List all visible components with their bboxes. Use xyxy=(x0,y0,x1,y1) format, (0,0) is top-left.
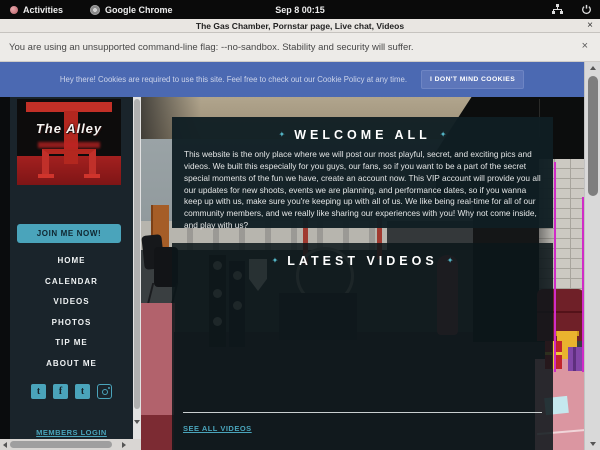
scroll-down-icon[interactable] xyxy=(134,420,140,424)
welcome-section: ✦ WELCOME ALL ✦ This website is the only… xyxy=(172,117,553,228)
sidebar-item-photos[interactable]: PHOTOS xyxy=(10,317,133,329)
instagram-flash-dot xyxy=(108,387,110,389)
tumblr-icon[interactable]: t xyxy=(75,384,90,399)
sidebar-item-about-me[interactable]: ABOUT ME xyxy=(10,358,133,370)
welcome-heading: ✦ WELCOME ALL ✦ xyxy=(172,128,553,142)
cookie-consent-bar: Hey there! Cookies are required to use t… xyxy=(0,62,584,97)
twitter-icon[interactable]: t xyxy=(31,384,46,399)
sidebar-item-home[interactable]: HOME xyxy=(10,255,133,267)
latest-videos-section: ✦ LATEST VIDEOS ✦ SEE ALL VIDEOS xyxy=(172,243,553,450)
diamond-icon: ✦ xyxy=(279,131,286,139)
clock[interactable]: Sep 8 00:15 xyxy=(0,5,600,15)
sidebar-item-calendar[interactable]: CALENDAR xyxy=(10,276,133,288)
join-me-now-button[interactable]: JOIN ME NOW! xyxy=(17,224,121,243)
welcome-paragraph: This website is the only place where we … xyxy=(184,149,541,232)
site-logo[interactable]: The Alley xyxy=(17,99,121,185)
diamond-icon: ✦ xyxy=(272,257,279,265)
sidebar-hscroll-thumb[interactable] xyxy=(10,441,112,448)
latest-videos-heading: ✦ LATEST VIDEOS ✦ xyxy=(172,254,553,268)
sidebar-left-margin xyxy=(0,97,10,450)
network-icon[interactable] xyxy=(552,4,563,15)
sidebar-item-tip-me[interactable]: TIP ME xyxy=(10,337,133,349)
sidebar-item-videos[interactable]: VIDEOS xyxy=(10,296,133,308)
photo-floor-shadow xyxy=(141,415,175,450)
scroll-right-icon[interactable] xyxy=(122,442,126,448)
screen: Activities Google Chrome Sep 8 00:15 The… xyxy=(0,0,600,450)
latest-videos-title: LATEST VIDEOS xyxy=(287,254,437,268)
diamond-icon: ✦ xyxy=(447,257,454,265)
infobar-message: You are using an unsupported command-lin… xyxy=(9,42,414,53)
logo-text: The Alley xyxy=(17,121,121,136)
scroll-up-icon[interactable] xyxy=(590,66,596,70)
window-title: The Gas Chamber, Pornstar page, Live cha… xyxy=(196,21,404,31)
gnome-top-bar: Activities Google Chrome Sep 8 00:15 xyxy=(0,0,600,19)
diamond-icon: ✦ xyxy=(440,131,447,139)
welcome-title: WELCOME ALL xyxy=(294,128,431,142)
page-vertical-scrollbar[interactable] xyxy=(584,62,600,450)
members-login-link[interactable]: MEMBERS LOGIN xyxy=(10,428,133,437)
window-title-bar: The Gas Chamber, Pornstar page, Live cha… xyxy=(0,19,600,33)
sidebar: The Alley JOIN ME NOW! HOME CALENDAR VID… xyxy=(10,97,133,439)
gift-ribbon xyxy=(573,347,576,371)
window-close-icon[interactable]: × xyxy=(587,19,593,33)
sidebar-vscroll-thumb[interactable] xyxy=(134,99,140,409)
instagram-icon[interactable] xyxy=(97,384,112,399)
logo-rack-foot xyxy=(38,174,55,178)
logo-rack-foot xyxy=(84,174,101,178)
hero-photo: ✦ WELCOME ALL ✦ This website is the only… xyxy=(141,97,584,450)
social-links: t f t xyxy=(10,384,133,399)
facebook-icon[interactable]: f xyxy=(53,384,68,399)
scroll-left-icon[interactable] xyxy=(3,442,7,448)
power-icon[interactable] xyxy=(581,4,592,15)
page-vscroll-thumb[interactable] xyxy=(588,76,598,196)
scroll-down-icon[interactable] xyxy=(590,442,596,446)
magenta-border-line xyxy=(554,162,556,372)
logo-rack-legs xyxy=(42,149,96,175)
sidebar-vertical-scrollbar[interactable] xyxy=(133,97,141,439)
cookie-message: Hey there! Cookies are required to use t… xyxy=(60,75,407,84)
cookie-accept-button[interactable]: I DON'T MIND COOKIES xyxy=(421,70,524,89)
webpage: The Alley JOIN ME NOW! HOME CALENDAR VID… xyxy=(0,97,584,450)
sidebar-horizontal-scrollbar[interactable] xyxy=(0,439,141,450)
see-all-videos-link[interactable]: SEE ALL VIDEOS xyxy=(183,424,252,433)
instagram-lens xyxy=(102,389,108,395)
section-divider xyxy=(183,412,542,413)
infobar-close-icon[interactable]: × xyxy=(582,40,588,52)
logo-red-subtext xyxy=(38,142,100,148)
chrome-infobar: You are using an unsupported command-lin… xyxy=(0,33,600,62)
